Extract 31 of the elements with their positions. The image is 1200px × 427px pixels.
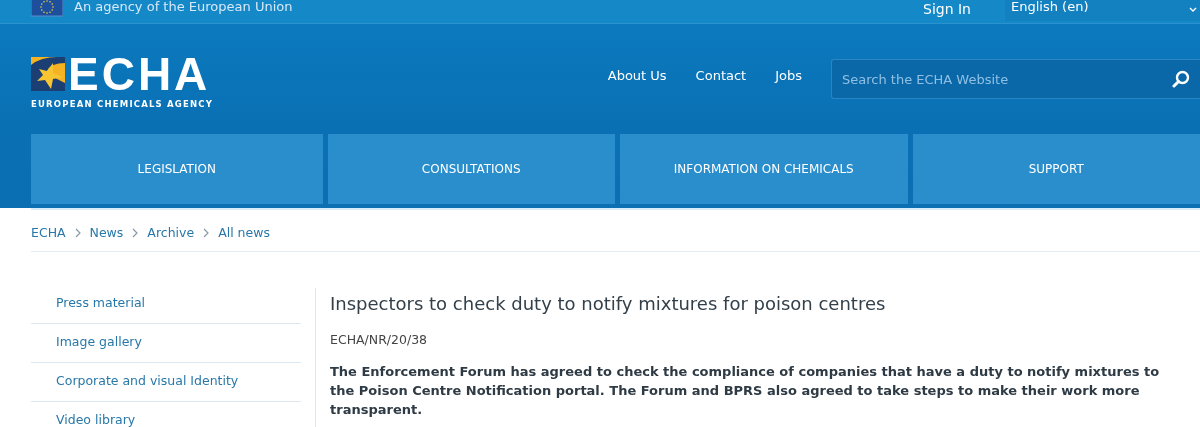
header-link[interactable]: About Us bbox=[607, 68, 667, 83]
breadcrumb-link[interactable]: ECHA bbox=[31, 225, 66, 240]
chevron-right-icon bbox=[132, 227, 139, 238]
press-release-number: ECHA/NR/20/38 bbox=[330, 332, 429, 347]
header-link[interactable]: Contact bbox=[695, 68, 747, 83]
article-lead: The Enforcement Forum has agreed to check the compliance of companies that have a duty to notify mixtures to the Poison Centre Notification portal. The Forum and BPRS also agreed to take steps to make their work more transparent. bbox=[330, 363, 1160, 419]
search-field[interactable]: Search the ECHA Website bbox=[831, 59, 1200, 99]
search-icon[interactable] bbox=[1172, 70, 1190, 88]
sidebar-link[interactable]: Corporate and visual Identity bbox=[31, 363, 301, 402]
breadcrumb-link[interactable]: Archive bbox=[147, 225, 195, 240]
logo-star-icon bbox=[31, 57, 65, 91]
eu-flag-icon bbox=[31, 0, 63, 18]
sign-in-link[interactable]: Sign In bbox=[923, 1, 971, 17]
nav-tab[interactable]: SUPPORT bbox=[912, 134, 1200, 204]
chevron-down-icon bbox=[1189, 7, 1197, 12]
nav-tab[interactable]: CONSULTATIONS bbox=[327, 134, 615, 204]
breadcrumb-link[interactable]: All news bbox=[218, 225, 270, 240]
nav-tab[interactable]: INFORMATION ON CHEMICALS bbox=[620, 134, 908, 204]
sidebar-link[interactable]: Press material bbox=[31, 285, 301, 324]
sidebar-link[interactable]: Video library bbox=[31, 402, 301, 427]
nav-tab[interactable]: LEGISLATION bbox=[31, 134, 323, 204]
agency-tagline: An agency of the European Union bbox=[74, 0, 293, 14]
chevron-right-icon bbox=[74, 227, 81, 238]
logo-subtitle: EUROPEAN CHEMICALS AGENCY bbox=[31, 99, 214, 109]
language-select[interactable]: English (en) bbox=[1005, 0, 1200, 21]
article-title: Inspectors to check duty to notify mixtures for poison centres bbox=[330, 293, 887, 314]
chevron-right-icon bbox=[203, 227, 210, 238]
breadcrumb-link[interactable]: News bbox=[89, 225, 124, 240]
logo-wordmark: ECHA bbox=[68, 54, 211, 94]
sidebar-link[interactable]: Image gallery bbox=[31, 324, 301, 363]
header-link[interactable]: Jobs bbox=[775, 68, 802, 83]
